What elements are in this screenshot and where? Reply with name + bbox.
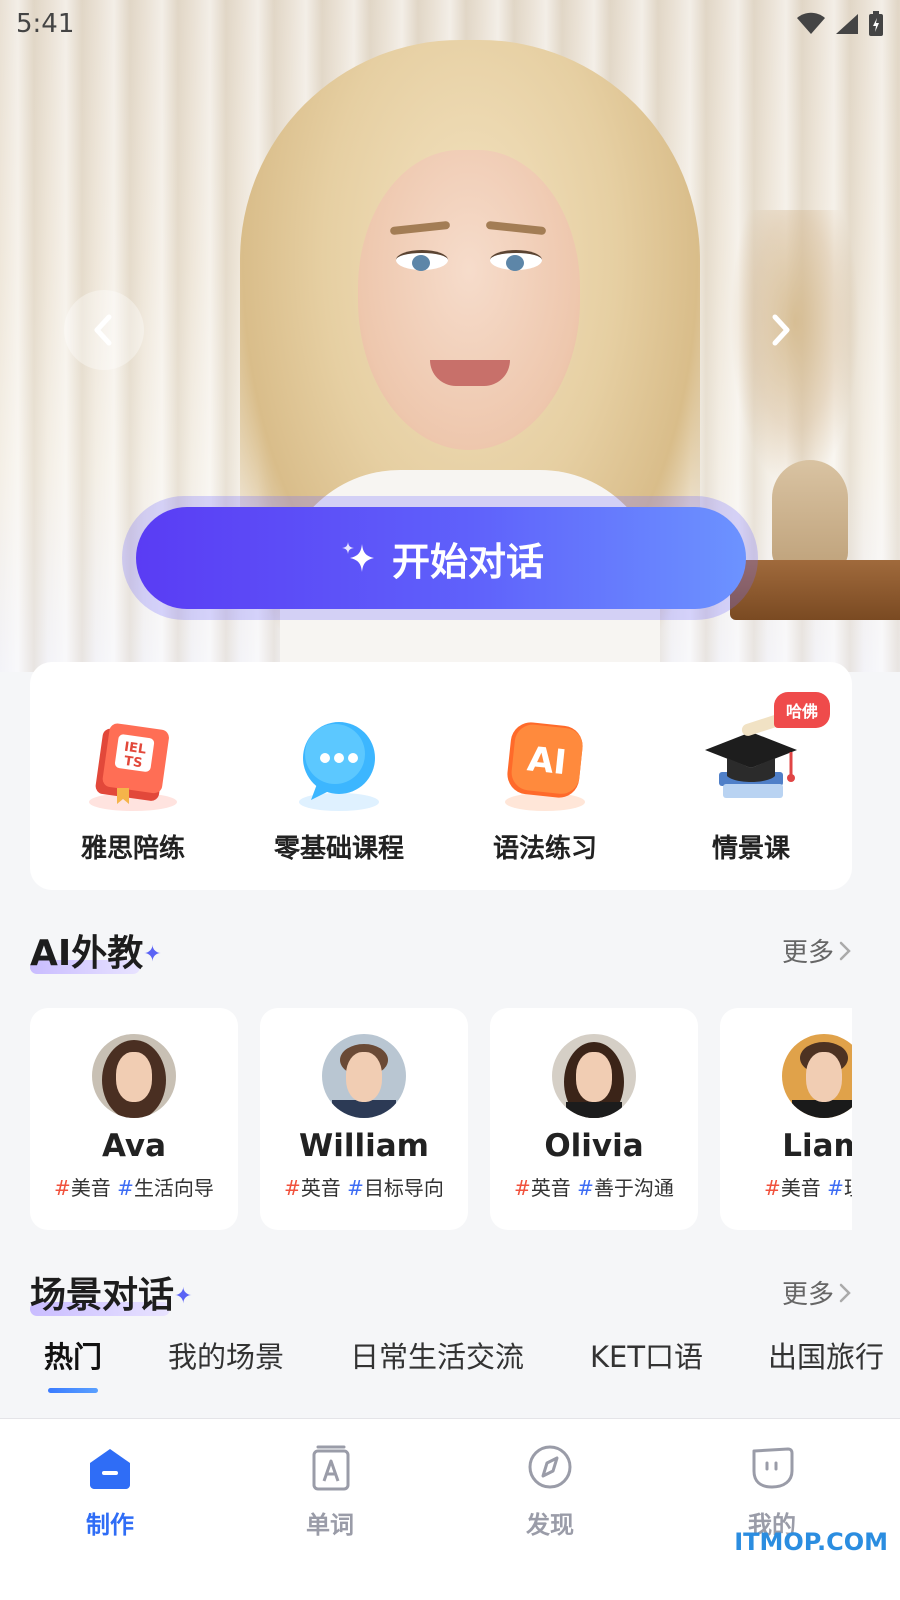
quick-action-label: 语法练习	[492, 834, 597, 864]
battery-charging-icon	[869, 11, 883, 36]
chevron-right-icon	[772, 314, 790, 346]
teacher-tags: #美音 #生活向导	[54, 1176, 214, 1200]
ai-teachers-title: AI外教	[30, 933, 144, 974]
vase-decoration	[772, 460, 848, 570]
watermark-text: ITMOP.COM	[734, 1528, 888, 1556]
nav-label: 制作	[86, 1511, 134, 1539]
more-label: 更多	[781, 938, 834, 968]
home-create-icon	[90, 1449, 130, 1489]
svg-text:TS: TS	[123, 754, 143, 771]
profile-face-icon	[752, 1447, 794, 1489]
quick-action-ielts[interactable]: IEL TS 雅思陪练	[48, 714, 218, 865]
active-tab-indicator	[48, 1388, 98, 1393]
compass-icon	[528, 1445, 572, 1489]
tab-ket-speaking[interactable]: KET口语	[590, 1334, 703, 1376]
more-label: 更多	[781, 1280, 834, 1310]
scenes-title: 场景对话	[30, 1275, 175, 1316]
tab-daily-life[interactable]: 日常生活交流	[350, 1334, 524, 1376]
nav-item-create[interactable]: 制作	[50, 1441, 170, 1540]
svg-text:AI: AI	[525, 739, 568, 783]
status-time: 5:41	[16, 9, 75, 39]
teacher-name: Olivia	[544, 1128, 644, 1164]
teacher-name: William	[299, 1128, 429, 1164]
harvard-badge: 哈佛	[774, 692, 831, 728]
chevron-right-icon	[839, 1283, 851, 1302]
quick-action-label: 零基础课程	[273, 834, 404, 864]
carousel-next-button[interactable]	[740, 290, 820, 370]
carousel-prev-button[interactable]	[64, 290, 144, 370]
scene-tabs: 热门 我的场景 日常生活交流 KET口语 出国旅行	[0, 1334, 900, 1394]
wifi-icon	[797, 12, 825, 34]
ai-teachers-heading: AI外教✦	[30, 924, 162, 976]
quick-action-beginner[interactable]: 零基础课程	[254, 714, 424, 865]
nav-label: 单词	[306, 1511, 354, 1539]
sparkle-icon: ✦	[143, 942, 162, 967]
teacher-card-liam[interactable]: Liam #美音 #理性	[720, 1008, 852, 1230]
status-bar: 5:41	[0, 0, 900, 48]
scenes-heading: 场景对话✦	[30, 1266, 192, 1318]
teacher-name: Ava	[101, 1128, 166, 1164]
quick-actions-card: IEL TS 雅思陪练 零基础课程 AI 语法练习 情景课 哈佛	[30, 662, 852, 890]
avatar	[322, 1034, 406, 1118]
chat-bubble-icon	[289, 714, 389, 814]
quick-action-label: 雅思陪练	[80, 834, 185, 864]
cta-label: 开始对话	[391, 539, 544, 584]
avatar	[92, 1034, 176, 1118]
nav-item-discover[interactable]: 发现	[490, 1441, 610, 1540]
teacher-card-olivia[interactable]: Olivia #英音 #善于沟通	[490, 1008, 698, 1230]
chevron-right-icon	[839, 941, 851, 960]
ai-teachers-carousel[interactable]: Ava #美音 #生活向导 William #英音 #目标导向 Olivia #…	[30, 1008, 852, 1232]
avatar	[552, 1034, 636, 1118]
nav-item-words[interactable]: 单词	[270, 1441, 390, 1540]
signal-icon	[836, 14, 858, 34]
quick-action-grammar[interactable]: AI 语法练习	[460, 714, 630, 865]
scenes-more-link[interactable]: 更多	[782, 1274, 852, 1311]
chevron-left-icon	[94, 314, 112, 346]
ai-teachers-more-link[interactable]: 更多	[782, 932, 852, 969]
quick-action-label: 情景课	[711, 834, 790, 864]
quick-action-scenario-class[interactable]: 情景课	[666, 712, 836, 865]
teacher-tags: #美音 #理性	[764, 1176, 852, 1200]
ielts-book-icon: IEL TS	[83, 714, 183, 814]
start-conversation-button[interactable]: 开始对话	[136, 507, 746, 609]
nav-item-profile[interactable]: 我的	[712, 1441, 832, 1540]
sparkle-icon: ✦	[174, 1284, 193, 1309]
teacher-name: Liam	[782, 1128, 852, 1164]
tab-my-scenes[interactable]: 我的场景	[168, 1334, 284, 1376]
hero-banner[interactable]: 开始对话	[0, 0, 900, 672]
bottom-navigation: 制作 单词 发现 我的	[0, 1418, 900, 1600]
teacher-card-ava[interactable]: Ava #美音 #生活向导	[30, 1008, 238, 1230]
word-card-icon	[312, 1445, 350, 1491]
nav-label: 发现	[526, 1511, 574, 1539]
tab-hot[interactable]: 热门	[44, 1334, 102, 1376]
avatar	[782, 1034, 852, 1118]
ai-icon: AI	[495, 714, 595, 814]
teacher-tags: #英音 #善于沟通	[514, 1176, 674, 1200]
tab-travel-abroad[interactable]: 出国旅行	[768, 1334, 884, 1376]
teacher-card-william[interactable]: William #英音 #目标导向	[260, 1008, 468, 1230]
graduation-cap-icon	[701, 712, 801, 814]
teacher-tags: #英音 #目标导向	[284, 1176, 444, 1200]
sparkle-icon	[341, 542, 374, 572]
